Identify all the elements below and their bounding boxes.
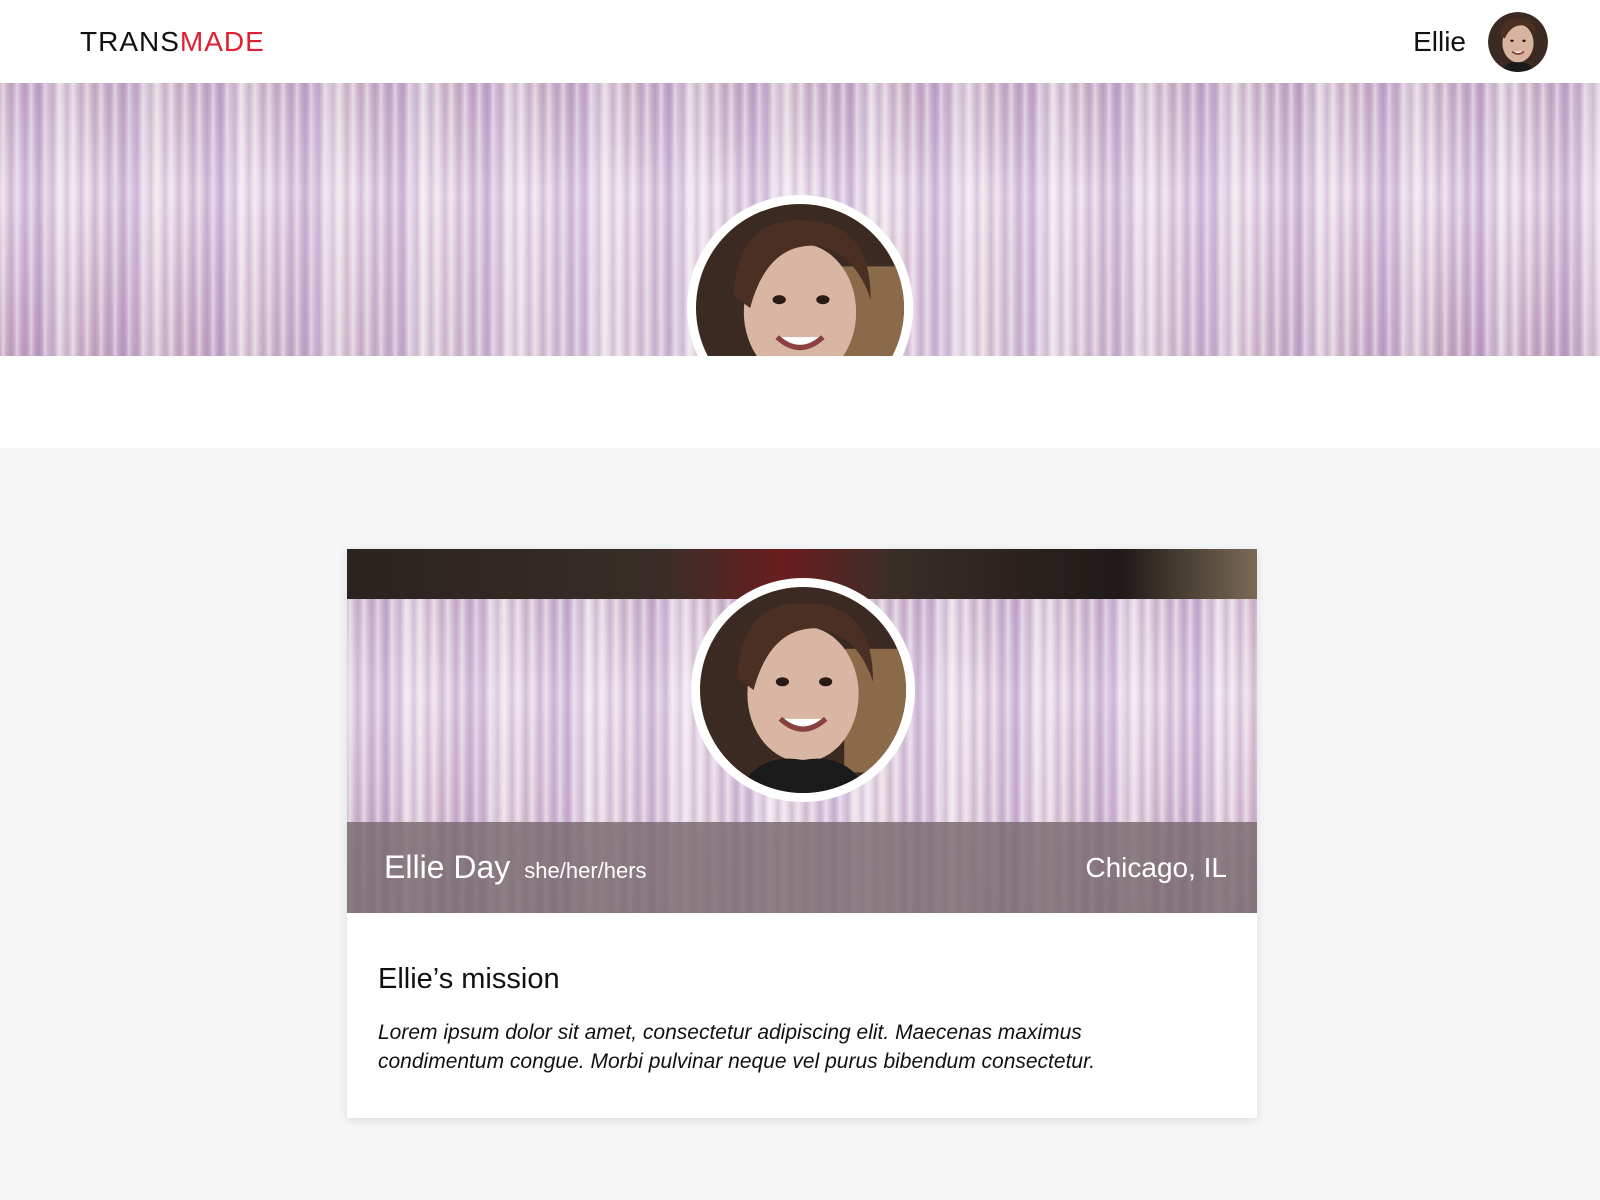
mission-title: Ellie’s mission bbox=[378, 963, 560, 995]
name-and-pronouns: Ellie Day she/her/hers bbox=[384, 849, 647, 886]
card-profile-photo bbox=[691, 578, 915, 802]
card-name-band: Ellie Day she/her/hers Chicago, IL bbox=[347, 822, 1257, 913]
card-cover-banner: Ellie Day she/her/hers Chicago, IL bbox=[347, 549, 1257, 913]
mission-text: Lorem ipsum dolor sit amet, consectetur … bbox=[378, 1021, 1096, 1073]
profile-photo-icon bbox=[700, 587, 906, 793]
avatar-photo-icon bbox=[1488, 11, 1548, 72]
profile-cover-banner bbox=[0, 83, 1600, 421]
banner-spacer bbox=[0, 356, 1600, 448]
top-navigation-bar: TRANSMADE Ellie bbox=[0, 0, 1600, 83]
profile-card: Ellie Day she/her/hers Chicago, IL Ellie… bbox=[347, 549, 1257, 1118]
transmade-logo[interactable]: TRANSMADE bbox=[80, 26, 265, 58]
user-avatar[interactable] bbox=[1488, 11, 1548, 72]
logo-text-made: MADE bbox=[179, 25, 265, 57]
logo-text-trans: TRANS bbox=[80, 25, 180, 57]
profile-pronouns: she/her/hers bbox=[524, 858, 647, 883]
profile-location: Chicago, IL bbox=[1085, 851, 1227, 883]
card-body: Ellie’s mission Lorem ipsum dolor sit am… bbox=[347, 913, 1257, 1076]
user-menu[interactable]: Ellie bbox=[1413, 11, 1548, 72]
profile-name: Ellie Day bbox=[384, 849, 511, 885]
user-name[interactable]: Ellie bbox=[1413, 26, 1466, 58]
